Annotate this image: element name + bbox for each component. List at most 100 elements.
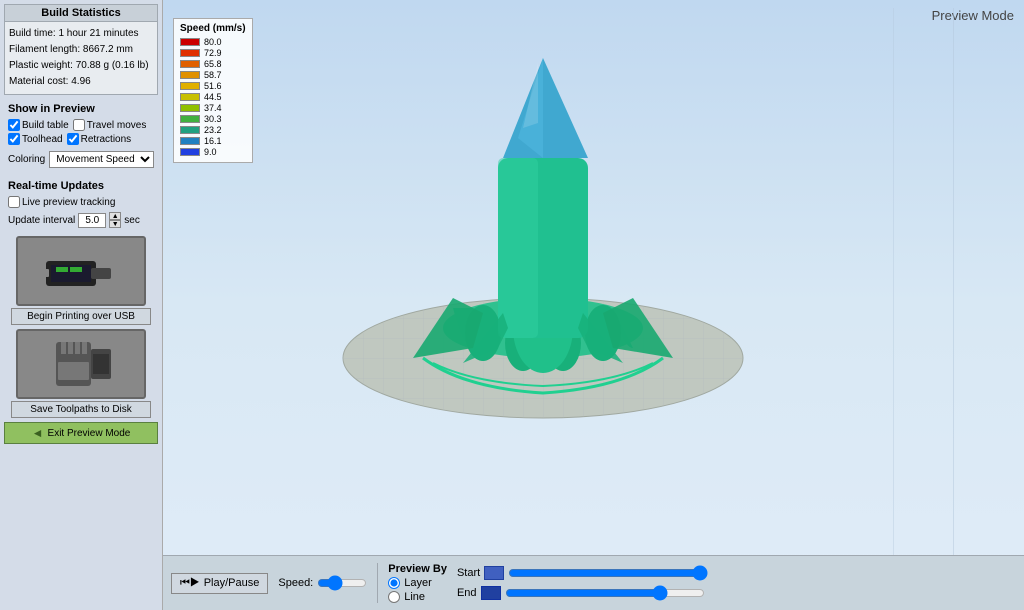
interval-unit: sec	[124, 215, 140, 226]
end-label: End	[457, 587, 477, 599]
update-interval-row: Update interval ▲ ▼ sec	[8, 212, 154, 228]
show-preview-section: Show in Preview Build table Travel moves…	[4, 99, 158, 172]
legend-color-4	[180, 82, 200, 90]
disk-section: Save Toolpaths to Disk	[4, 329, 158, 418]
retractions-row: Retractions	[67, 133, 132, 145]
legend-value-3: 58.7	[204, 70, 222, 80]
divider	[377, 563, 378, 603]
layer-radio[interactable]	[388, 577, 400, 589]
legend-value-1: 72.9	[204, 48, 222, 58]
exit-arrow-icon: ◄	[32, 426, 44, 440]
speed-label: Speed:	[278, 577, 313, 589]
bottom-bar: ⏮▶ Play/Pause Speed: Preview By Layer Li…	[163, 555, 1024, 610]
coloring-label: Coloring	[8, 154, 45, 165]
travel-moves-row: Travel moves	[73, 119, 147, 131]
start-layer-indicator	[484, 566, 504, 580]
preview-by-label: Preview By	[388, 563, 447, 575]
exit-preview-label: Exit Preview Mode	[48, 428, 131, 439]
wall-line-right2	[893, 8, 894, 555]
speed-legend-title: Speed (mm/s)	[180, 23, 246, 34]
travel-moves-checkbox[interactable]	[73, 119, 85, 131]
rocket-scene-svg	[263, 18, 813, 448]
start-label: Start	[457, 567, 480, 579]
live-preview-label: Live preview tracking	[22, 197, 115, 208]
legend-color-9	[180, 137, 200, 145]
filament-length: Filament length: 8667.2 mm	[9, 42, 153, 58]
toolhead-checkbox[interactable]	[8, 133, 20, 145]
realtime-section: Real-time Updates Live preview tracking …	[4, 176, 158, 232]
line-radio[interactable]	[388, 591, 400, 603]
legend-item-7: 30.3	[180, 114, 246, 124]
left-panel: Build Statistics Build time: 1 hour 21 m…	[0, 0, 163, 610]
toolhead-row: Toolhead	[8, 133, 63, 145]
speed-legend: Speed (mm/s) 80.0 72.9 65.8 58.7	[173, 18, 253, 163]
preview-header: Preview Mode	[163, 0, 1024, 8]
update-interval-input[interactable]	[78, 213, 106, 228]
legend-color-0	[180, 38, 200, 46]
build-stats-content: Build time: 1 hour 21 minutes Filament l…	[9, 26, 153, 90]
preview-3d: Speed (mm/s) 80.0 72.9 65.8 58.7	[163, 8, 1024, 555]
usb-section: Begin Printing over USB	[4, 236, 158, 325]
preview-area: Preview Mode Speed (mm/s) 80.0 72.9 65.8	[163, 0, 1024, 610]
end-slider[interactable]	[505, 585, 705, 601]
coloring-select[interactable]: Movement Speed Feature Type	[49, 151, 154, 168]
legend-color-1	[180, 49, 200, 57]
legend-item-0: 80.0	[180, 37, 246, 47]
legend-color-7	[180, 115, 200, 123]
disk-save-button[interactable]: Save Toolpaths to Disk	[11, 401, 151, 418]
legend-item-6: 37.4	[180, 103, 246, 113]
legend-color-8	[180, 126, 200, 134]
legend-item-9: 16.1	[180, 136, 246, 146]
exit-preview-button[interactable]: ◄ Exit Preview Mode	[4, 422, 158, 444]
legend-color-3	[180, 71, 200, 79]
legend-value-0: 80.0	[204, 37, 222, 47]
start-slider[interactable]	[508, 565, 708, 581]
retractions-label: Retractions	[81, 134, 132, 145]
legend-value-6: 37.4	[204, 103, 222, 113]
usb-icon	[36, 241, 126, 301]
legend-item-2: 65.8	[180, 59, 246, 69]
legend-color-6	[180, 104, 200, 112]
update-interval-label: Update interval	[8, 215, 75, 226]
legend-item-1: 72.9	[180, 48, 246, 58]
interval-spinner: ▲ ▼	[109, 212, 121, 228]
legend-item-8: 23.2	[180, 125, 246, 135]
legend-item-4: 51.6	[180, 81, 246, 91]
interval-up-button[interactable]: ▲	[109, 212, 121, 220]
retractions-checkbox[interactable]	[67, 133, 79, 145]
play-pause-label: Play/Pause	[204, 577, 260, 589]
speed-control: Speed:	[278, 575, 367, 591]
speed-slider[interactable]	[317, 575, 367, 591]
start-end-section: Start End	[457, 565, 708, 601]
layer-radio-row: Layer	[388, 577, 447, 589]
interval-down-button[interactable]: ▼	[109, 220, 121, 228]
realtime-title: Real-time Updates	[8, 180, 154, 192]
end-layer-indicator	[481, 586, 501, 600]
line-radio-row: Line	[388, 591, 447, 603]
legend-item-10: 9.0	[180, 147, 246, 157]
usb-print-button[interactable]: Begin Printing over USB	[11, 308, 151, 325]
legend-value-2: 65.8	[204, 59, 222, 69]
legend-value-7: 30.3	[204, 114, 222, 124]
build-stats-title: Build Statistics	[5, 5, 157, 22]
legend-item-5: 44.5	[180, 92, 246, 102]
legend-value-8: 23.2	[204, 125, 222, 135]
live-preview-checkbox[interactable]	[8, 196, 20, 208]
legend-value-5: 44.5	[204, 92, 222, 102]
build-time: Build time: 1 hour 21 minutes	[9, 26, 153, 42]
legend-value-4: 51.6	[204, 81, 222, 91]
layer-label: Layer	[404, 577, 432, 589]
play-pause-icon: ⏮▶	[180, 577, 200, 590]
start-row: Start	[457, 565, 708, 581]
legend-value-10: 9.0	[204, 147, 217, 157]
plastic-weight: Plastic weight: 70.88 g (0.16 lb)	[9, 58, 153, 74]
show-preview-title: Show in Preview	[8, 103, 154, 115]
legend-value-9: 16.1	[204, 136, 222, 146]
travel-moves-label: Travel moves	[87, 120, 147, 131]
end-row: End	[457, 585, 708, 601]
build-table-label: Build table	[22, 120, 69, 131]
build-table-checkbox[interactable]	[8, 119, 20, 131]
play-pause-button[interactable]: ⏮▶ Play/Pause	[171, 573, 268, 594]
material-cost: Material cost: 4.96	[9, 74, 153, 90]
build-statistics-panel: Build Statistics Build time: 1 hour 21 m…	[4, 4, 158, 95]
